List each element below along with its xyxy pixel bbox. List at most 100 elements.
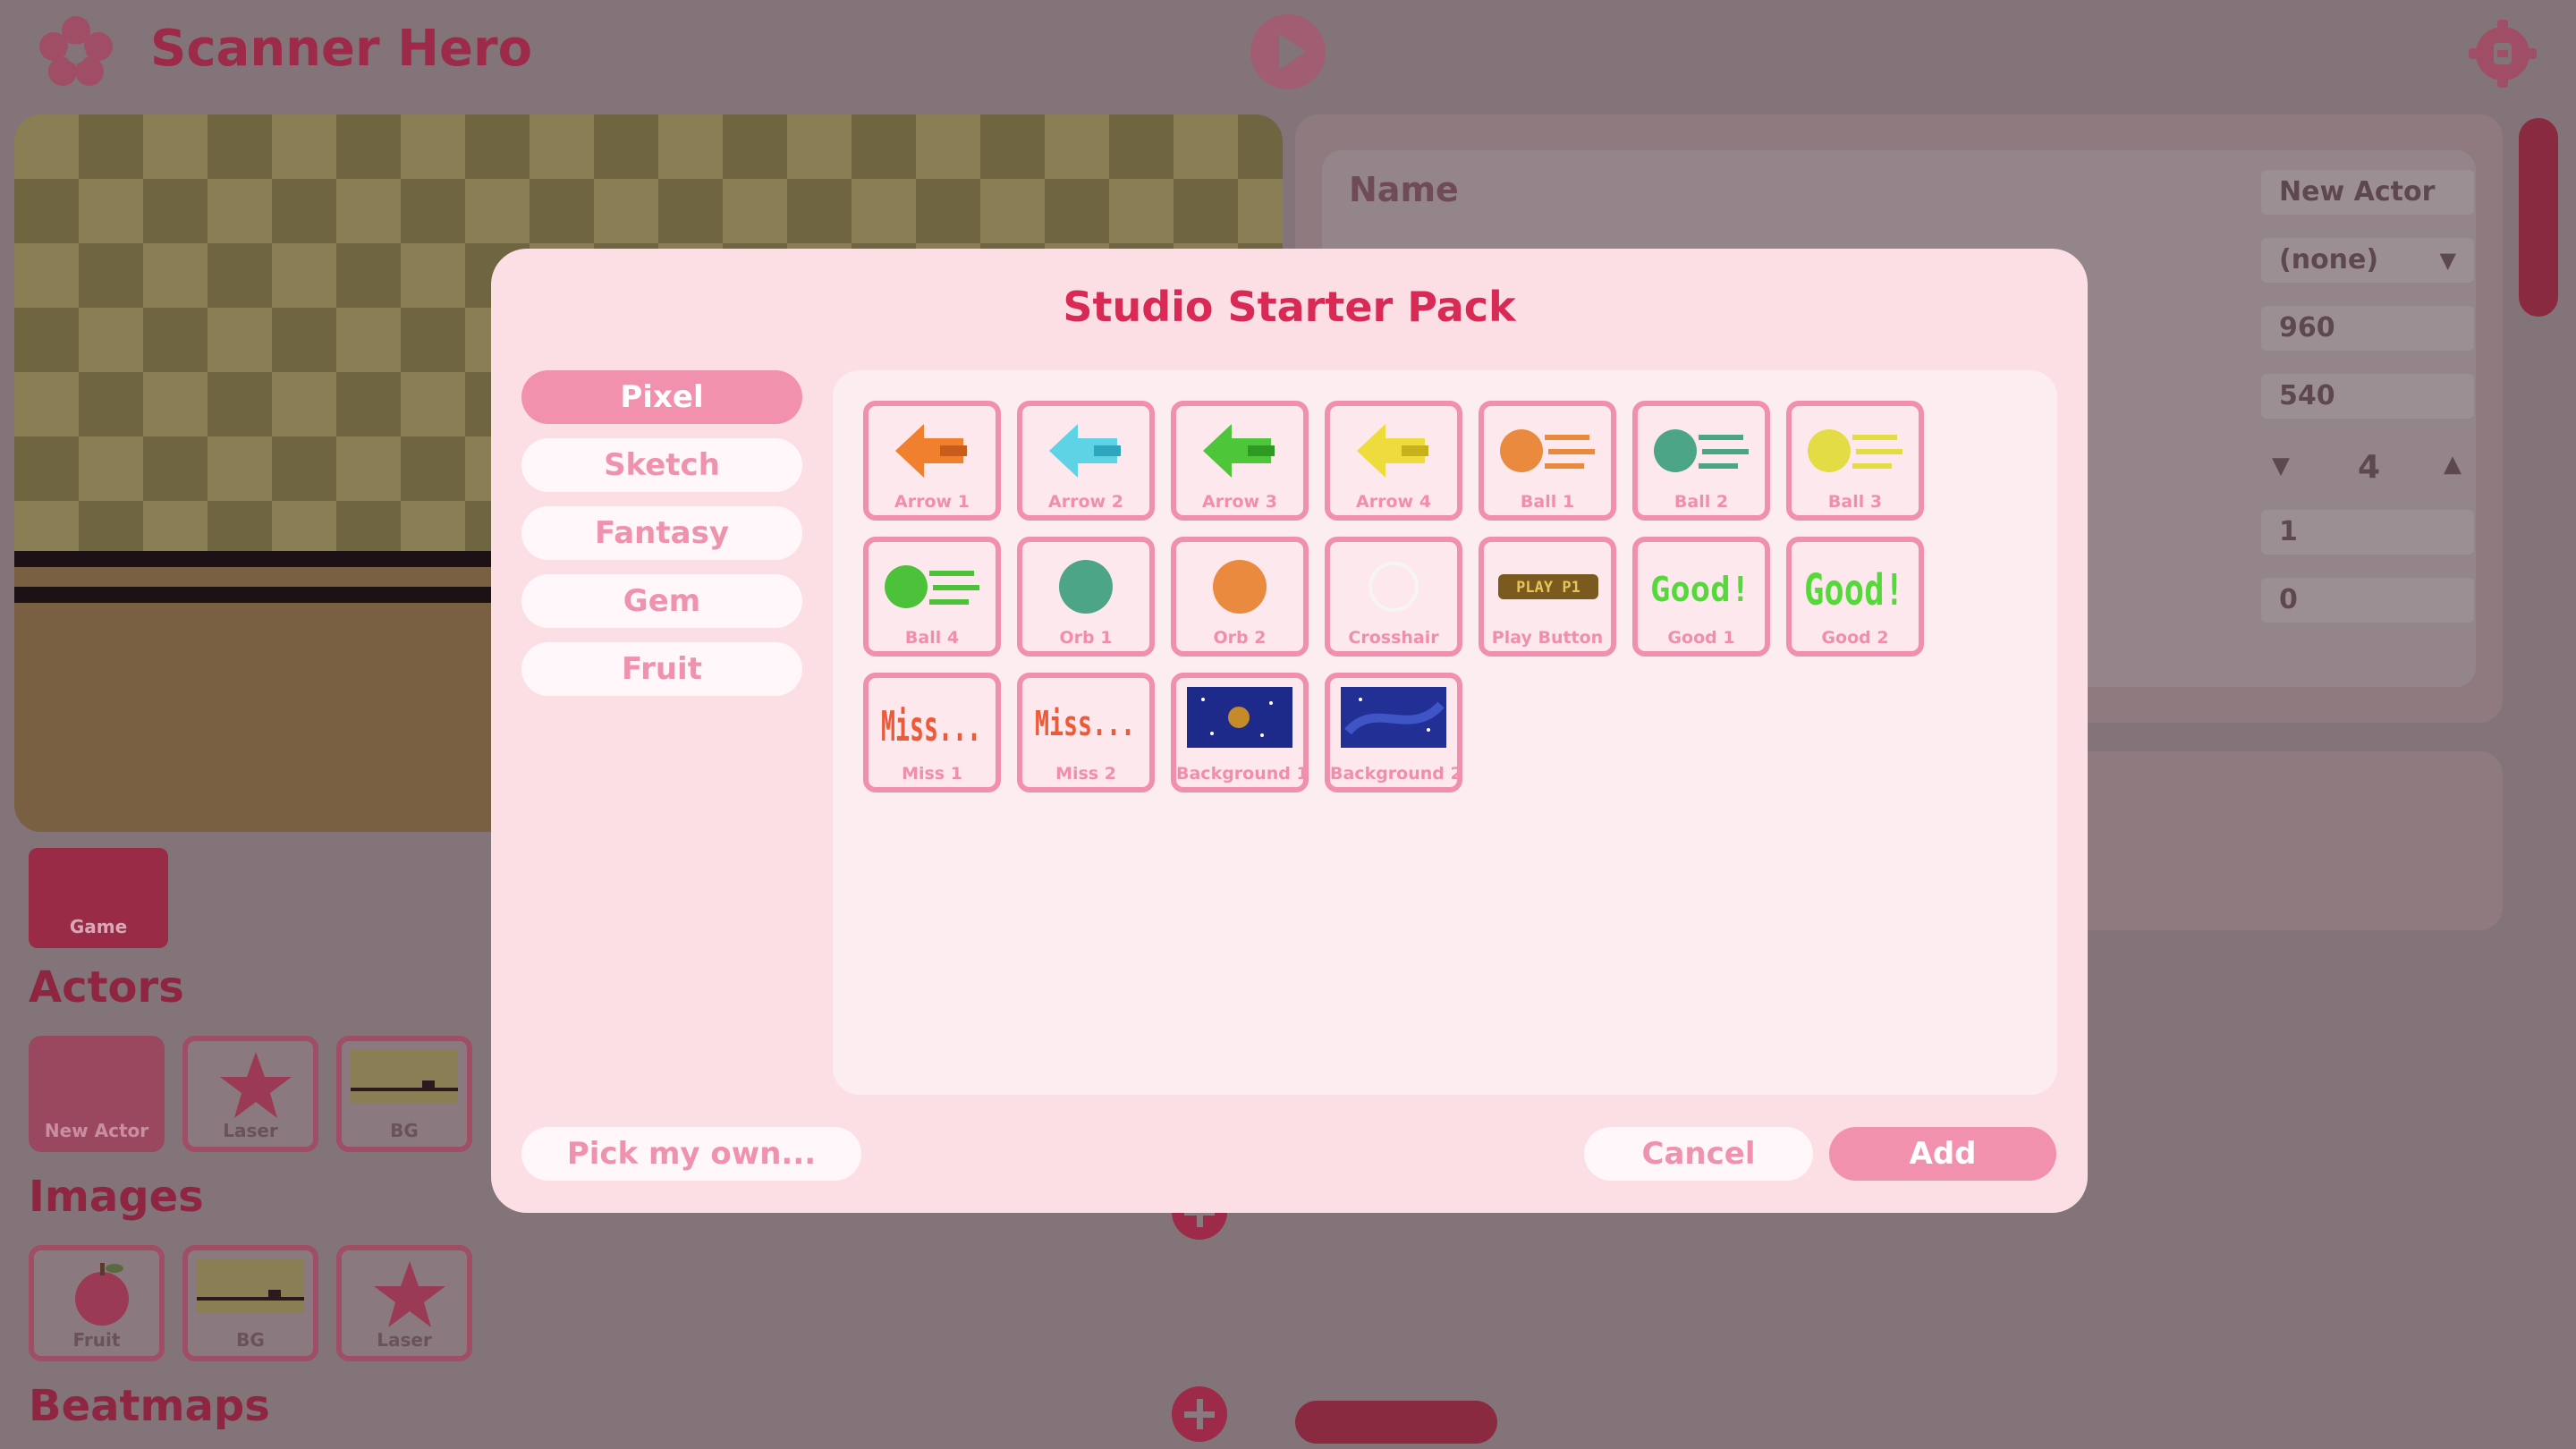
asset-label: Background 2: [1330, 764, 1462, 784]
good-text-icon: Good!: [1804, 565, 1904, 615]
category-fruit[interactable]: Fruit: [521, 642, 802, 696]
asset-grid: Arrow 1 Arrow 2 Arrow 3 Arrow 4 Ball 1 B…: [833, 370, 2057, 1095]
images-heading: Images: [29, 1172, 204, 1222]
asset-tile-miss-2[interactable]: Miss... Miss 2: [1017, 673, 1155, 792]
app-title: Scanner Hero: [150, 20, 533, 78]
asset-label: Arrow 3: [1202, 492, 1277, 512]
good-text-icon: Good!: [1650, 570, 1750, 609]
category-gem[interactable]: Gem: [521, 574, 802, 628]
add-button[interactable]: Add: [1829, 1127, 2056, 1181]
vertical-scrollbar[interactable]: [2519, 118, 2558, 317]
miss-text-icon: Miss...: [881, 702, 981, 750]
asset-tile-ball-3[interactable]: Ball 3: [1786, 401, 1924, 521]
asset-tile-crosshair[interactable]: Crosshair: [1325, 537, 1462, 657]
asset-label: Good 1: [1667, 628, 1735, 648]
game-tile[interactable]: Game: [29, 848, 168, 948]
category-sketch[interactable]: Sketch: [521, 438, 802, 492]
space-background-icon: [1187, 687, 1292, 748]
dropdown-value: (none): [2279, 244, 2379, 275]
asset-tile-arrow-1[interactable]: Arrow 1: [863, 401, 1001, 521]
asset-tile-miss-1[interactable]: Miss... Miss 1: [863, 673, 1001, 792]
green-arrow-icon: [1203, 424, 1275, 478]
image-tile[interactable]: Fruit: [29, 1245, 165, 1361]
asset-label: Ball 4: [904, 628, 960, 648]
image-tile[interactable]: Laser: [336, 1245, 472, 1361]
asset-label: Background 1: [1176, 764, 1309, 784]
beatmaps-heading: Beatmaps: [29, 1381, 270, 1431]
play-button-icon: PLAY P1: [1498, 574, 1598, 599]
actor-tile[interactable]: Laser: [182, 1036, 318, 1152]
y-field[interactable]: 540: [2261, 374, 2474, 419]
star-icon: [374, 1261, 445, 1327]
increment-icon[interactable]: ▲: [2444, 451, 2462, 478]
asset-tile-orb-2[interactable]: Orb 2: [1171, 537, 1309, 657]
cyan-arrow-icon: [1049, 424, 1121, 478]
category-fantasy[interactable]: Fantasy: [521, 506, 802, 560]
miss-text-icon: Miss...: [1035, 704, 1135, 743]
game-tile-label: Game: [69, 916, 128, 937]
asset-label: Miss 1: [902, 764, 962, 784]
add-beatmap-button[interactable]: [1172, 1386, 1227, 1442]
pick-my-own-button[interactable]: Pick my own...: [521, 1127, 861, 1181]
decrement-icon[interactable]: ▼: [2272, 453, 2290, 479]
asset-label: Ball 2: [1674, 492, 1729, 512]
settings-gear-icon[interactable]: [2465, 16, 2540, 91]
asset-label: Ball 3: [1827, 492, 1883, 512]
asset-label: Arrow 4: [1356, 492, 1431, 512]
asset-label: Play Button: [1491, 628, 1604, 648]
asset-label: Orb 2: [1213, 628, 1267, 648]
image-label: Fruit: [72, 1329, 121, 1351]
asset-tile-background-1[interactable]: Background 1: [1171, 673, 1309, 792]
asset-tile-good-1[interactable]: Good! Good 1: [1632, 537, 1770, 657]
good-art-text: Good!: [1650, 570, 1750, 609]
asset-tile-ball-4[interactable]: Ball 4: [863, 537, 1001, 657]
good-art-text: Good!: [1804, 565, 1904, 615]
actor-tile[interactable]: BG: [336, 1036, 472, 1152]
x-field[interactable]: 960: [2261, 306, 2474, 351]
asset-label: Miss 2: [1055, 764, 1116, 784]
name-field[interactable]: New Actor: [2261, 170, 2474, 215]
star-icon: [220, 1052, 292, 1118]
dialog-title: Studio Starter Pack: [1063, 283, 1516, 331]
asset-tile-arrow-3[interactable]: Arrow 3: [1171, 401, 1309, 521]
asset-tile-background-2[interactable]: Background 2: [1325, 673, 1462, 792]
play-button[interactable]: [1250, 14, 1326, 89]
asset-label: Good 2: [1821, 628, 1889, 648]
asset-label: Crosshair: [1348, 628, 1439, 648]
starter-pack-dialog: Studio Starter Pack Pixel Sketch Fantasy…: [491, 249, 2088, 1213]
stepper-value: 4: [2358, 449, 2381, 486]
scale-field[interactable]: 1: [2261, 510, 2474, 555]
orange-ball-icon: [1500, 429, 1595, 472]
rotation-field[interactable]: 0: [2261, 578, 2474, 623]
asset-tile-orb-1[interactable]: Orb 1: [1017, 537, 1155, 657]
teal-orb-icon: [1059, 560, 1113, 614]
green-ball-icon: [885, 565, 979, 608]
orange-arrow-icon: [895, 424, 967, 478]
teal-ball-icon: [1654, 429, 1749, 472]
play-button-art-text: PLAY P1: [1516, 579, 1580, 597]
actor-tile[interactable]: New Actor: [29, 1036, 165, 1152]
app-logo-icon: [36, 13, 116, 93]
image-label: BG: [236, 1329, 265, 1351]
yellow-arrow-icon: [1357, 424, 1428, 478]
category-pixel[interactable]: Pixel: [521, 370, 802, 424]
asset-tile-ball-1[interactable]: Ball 1: [1479, 401, 1616, 521]
asset-label: Ball 1: [1520, 492, 1575, 512]
miss-art-text: Miss...: [1035, 704, 1135, 743]
actor-label: New Actor: [44, 1120, 149, 1141]
asset-tile-ball-2[interactable]: Ball 2: [1632, 401, 1770, 521]
asset-tile-good-2[interactable]: Good! Good 2: [1786, 537, 1924, 657]
image-label: Laser: [377, 1329, 432, 1351]
asset-tile-play-button[interactable]: PLAY P1 Play Button: [1479, 537, 1616, 657]
asset-tile-arrow-4[interactable]: Arrow 4: [1325, 401, 1462, 521]
asset-tile-arrow-2[interactable]: Arrow 2: [1017, 401, 1155, 521]
parent-dropdown[interactable]: (none) ▼: [2261, 238, 2474, 283]
apple-icon: [75, 1263, 129, 1326]
horizontal-scrollbar[interactable]: [1295, 1401, 1497, 1444]
yellow-ball-icon: [1808, 429, 1902, 472]
cancel-button[interactable]: Cancel: [1584, 1127, 1813, 1181]
image-tile[interactable]: BG: [182, 1245, 318, 1361]
actor-label: Laser: [223, 1120, 278, 1141]
layer-stepper[interactable]: ▼ 4 ▲: [2261, 447, 2474, 492]
asset-label: Arrow 1: [894, 492, 970, 512]
